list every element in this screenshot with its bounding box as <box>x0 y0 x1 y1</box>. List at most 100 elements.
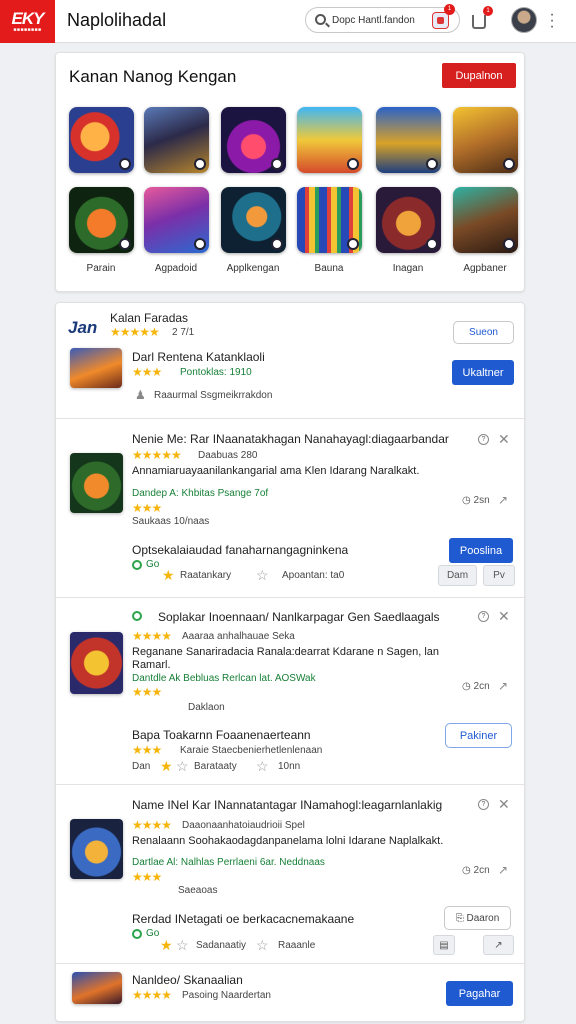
platform-icon <box>271 158 283 170</box>
grid-view-icon[interactable]: ▤ <box>433 935 455 955</box>
list-logo: Jan <box>68 318 98 337</box>
platform-icon <box>347 238 359 250</box>
item-row-title: Rerdad INetagati oe berkacacnemakaane <box>132 912 355 926</box>
game-tile[interactable] <box>221 187 286 253</box>
item-stars-secondary: ★★★ <box>132 870 162 884</box>
featured-action-button[interactable]: Dupalnon <box>442 63 516 88</box>
share-icon[interactable]: ↗ <box>498 864 508 876</box>
footer-action-button[interactable]: Pagahar <box>446 981 513 1006</box>
item-action-button[interactable]: Pakiner <box>445 723 512 748</box>
game-tile[interactable] <box>297 187 362 253</box>
item-row-title: Bapa Toakarnn Foaanenaerteann <box>132 728 311 742</box>
comment-count-value: 2sn <box>473 495 490 506</box>
share-icon[interactable]: ↗ <box>483 935 514 955</box>
item-description: Annamiaruayaanilankangarial ama Klen Ida… <box>132 465 420 477</box>
item-row-status: Go <box>146 928 160 939</box>
comment-count[interactable]: ◷ 2cn <box>462 681 490 692</box>
platform-icon <box>194 238 206 250</box>
search-badge: 1 <box>444 4 455 15</box>
item-description: Reganane Sanariradacia Ranala:dearrat Kd… <box>132 646 439 671</box>
cart-badge: 1 <box>483 6 493 16</box>
item-action-button[interactable]: ⎘ Daaron <box>444 906 511 930</box>
featured-card: Kanan Nanog Kengan Dupalnon Parain Agpad… <box>55 52 525 292</box>
star-outline-icon[interactable]: ☆ <box>176 759 189 773</box>
game-tile[interactable] <box>69 107 134 173</box>
tile-label: Agpbaner <box>463 263 507 274</box>
game-list-item: Nanldeo/ Skanaalian ★★★★ Pasoing Naarder… <box>56 963 526 1021</box>
game-thumbnail[interactable] <box>70 632 123 694</box>
row-subtitle: Pontoklas: 1910 <box>180 367 252 378</box>
item-row-meta: Raaanle <box>278 940 316 951</box>
game-tile[interactable] <box>453 107 518 173</box>
item-row-meta: 10nn <box>278 761 301 772</box>
footer-stars: ★★★★ <box>132 988 172 1002</box>
logo-subtext: ■■■■■■■■ <box>13 26 42 33</box>
search-bar[interactable]: 1 <box>305 4 460 33</box>
item-title: Soplakar Inoennaan/ Nanlkarpagar Gen Sae… <box>158 610 440 624</box>
item-subtitle-secondary: Saeaoas <box>178 885 218 896</box>
item-row-title: Optsekalaiaudad fanaharnangagninkena <box>132 543 349 557</box>
star-icon[interactable]: ★ <box>162 568 175 582</box>
row-stars: ★★★ <box>132 365 162 379</box>
app-title: Naplolihadal <box>67 10 167 30</box>
list-header-button[interactable]: Sueon <box>453 321 514 344</box>
item-action-button[interactable]: Pooslina <box>449 538 513 563</box>
item-row-subtitle: Karaie Staecbenierhetlenlenaan <box>180 745 323 756</box>
avatar[interactable] <box>511 7 537 33</box>
logo-text: EKY <box>11 8 45 28</box>
item-subtitle-secondary: Saukaas 10/naas <box>132 516 210 527</box>
star-outline-icon[interactable]: ☆ <box>256 568 269 582</box>
app-logo[interactable]: EKY ■■■■■■■■ <box>0 0 55 43</box>
game-thumbnail[interactable] <box>70 819 123 879</box>
more-menu-icon[interactable]: · · · <box>549 7 555 35</box>
item-row-status: Go <box>146 559 160 570</box>
status-icon <box>132 611 142 621</box>
help-icon[interactable]: ? <box>478 434 489 445</box>
star-outline-icon[interactable]: ☆ <box>256 938 269 952</box>
star-outline-icon[interactable]: ☆ <box>176 938 189 952</box>
platform-icon <box>119 238 131 250</box>
save-icon: ⎘ <box>455 912 467 924</box>
game-tile[interactable] <box>297 107 362 173</box>
star-icon[interactable]: ★ <box>160 938 173 952</box>
item-stars: ★★★★ <box>132 818 172 832</box>
platform-icon <box>271 238 283 250</box>
game-tile[interactable] <box>144 187 209 253</box>
close-icon[interactable]: ✕ <box>498 609 510 623</box>
top-bar: EKY ■■■■■■■■ Naplolihadal 1 1 ··· <box>0 0 576 43</box>
close-icon[interactable]: ✕ <box>498 797 510 811</box>
row-action-button[interactable]: Ukaltner <box>452 360 514 385</box>
share-icon[interactable]: ↗ <box>498 494 508 506</box>
star-outline-icon[interactable]: ☆ <box>256 759 269 773</box>
game-thumbnail[interactable] <box>72 972 122 1004</box>
item-secondary-button[interactable]: Dam <box>438 565 477 586</box>
game-thumbnail[interactable] <box>70 348 122 388</box>
item-green-text: Dandep A: Khbitas Psange 7of <box>132 488 269 499</box>
badge-icon: ♟ <box>135 388 146 402</box>
item-action-label: Daaron <box>466 912 500 924</box>
game-tile[interactable] <box>453 187 518 253</box>
game-list-card: Jan Kalan Faradas ★★★★★ 2 7/1 Sueon Darl… <box>55 302 526 1022</box>
game-thumbnail[interactable] <box>70 453 123 513</box>
item-secondary-button[interactable]: Pv <box>483 565 515 586</box>
help-icon[interactable]: ? <box>478 611 489 622</box>
game-tile[interactable] <box>221 107 286 173</box>
item-row-meta: Raatankary <box>180 570 232 581</box>
platform-icon <box>119 158 131 170</box>
comment-count[interactable]: ◷ 2cn <box>462 865 490 876</box>
game-list-item: Nenie Me: Rar INaanatakhagan Nanahayagl:… <box>56 418 526 598</box>
platform-icon <box>503 238 515 250</box>
game-tile[interactable] <box>144 107 209 173</box>
game-tile[interactable] <box>376 187 441 253</box>
cart-icon[interactable] <box>472 15 486 29</box>
tile-label: Parain <box>86 263 116 274</box>
close-icon[interactable]: ✕ <box>498 432 510 446</box>
help-icon[interactable]: ? <box>478 799 489 810</box>
game-tile[interactable] <box>376 107 441 173</box>
search-input[interactable] <box>332 13 430 28</box>
star-icon[interactable]: ★ <box>160 759 173 773</box>
comment-count[interactable]: ◷ 2sn <box>462 495 490 506</box>
game-tile[interactable] <box>69 187 134 253</box>
share-icon[interactable]: ↗ <box>498 680 508 692</box>
item-row-meta: Dan <box>132 761 151 772</box>
